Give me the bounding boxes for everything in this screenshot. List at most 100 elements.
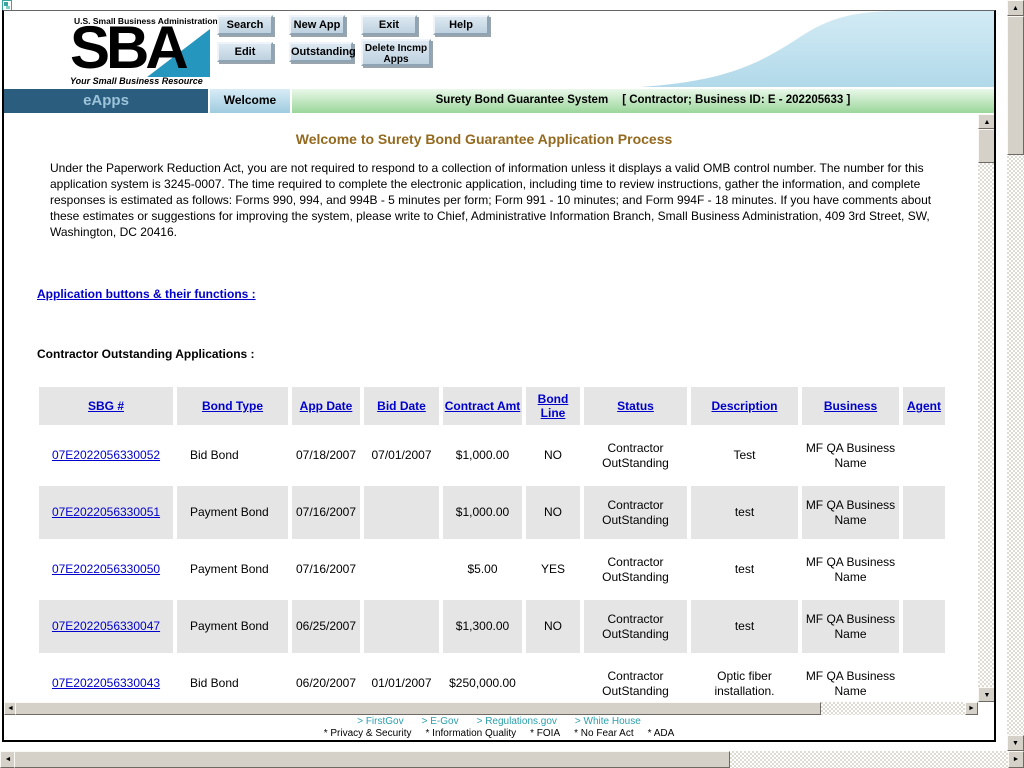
policy-link-no-fear-act[interactable]: * No Fear Act <box>574 728 633 739</box>
sort-link-sbg[interactable]: SBG # <box>88 399 124 413</box>
column-header-business: Business <box>802 387 899 425</box>
outstanding-applications-table: SBG # Bond Type App Date Bid Date Contract A… <box>35 383 949 702</box>
column-header-agent: Agent <box>903 387 945 425</box>
scroll-up-icon: ▲ <box>983 119 991 126</box>
sort-link-business[interactable]: Business <box>824 399 877 413</box>
cell-status: Contractor OutStanding <box>584 543 687 596</box>
frame-scroll-right-button[interactable]: ► <box>965 702 978 715</box>
edit-button[interactable]: Edit <box>217 42 273 62</box>
frame-horizontal-scrollbar[interactable]: ◄ ► <box>4 702 978 715</box>
sbg-number-link[interactable]: 07E2022056330047 <box>52 619 160 633</box>
window-scroll-up-button[interactable]: ▲ <box>1007 0 1024 16</box>
cell-sbg: 07E2022056330050 <box>39 543 173 596</box>
exit-button[interactable]: Exit <box>361 15 417 35</box>
sbg-number-link[interactable]: 07E2022056330052 <box>52 448 160 462</box>
cell-app_date: 06/20/2007 <box>292 657 360 702</box>
cell-contract_amt: $5.00 <box>443 543 522 596</box>
browser-page: U.S. Small Business Administration SBA Y… <box>0 0 1007 751</box>
cell-sbg: 07E2022056330051 <box>39 486 173 539</box>
outstanding-applications-title: Contractor Outstanding Applications : <box>37 347 255 361</box>
cell-bond_type: Bid Bond <box>177 657 288 702</box>
help-button[interactable]: Help <box>433 15 489 35</box>
scroll-right-icon: ► <box>968 705 975 712</box>
sort-link-contract-amt[interactable]: Contract Amt <box>445 399 521 413</box>
cell-description: test <box>691 543 798 596</box>
gov-link-e-gov[interactable]: > E-Gov <box>422 716 459 727</box>
window-horizontal-scrollbar[interactable]: ◄ ► <box>0 751 1024 768</box>
search-button[interactable]: Search <box>217 15 273 35</box>
gov-link-firstgov[interactable]: > FirstGov <box>357 716 403 727</box>
scroll-up-icon: ▲ <box>1012 5 1019 12</box>
sort-link-bond-line[interactable]: Bond Line <box>538 392 569 420</box>
frame-horizontal-scroll-thumb[interactable] <box>15 702 821 715</box>
column-header-bond-line: Bond Line <box>526 387 580 425</box>
column-header-status: Status <box>584 387 687 425</box>
policy-link-privacy-security[interactable]: * Privacy & Security <box>324 728 412 739</box>
omb-notice-paragraph: Under the Paperwork Reduction Act, you a… <box>50 161 932 239</box>
tab-welcome[interactable]: Welcome <box>210 89 290 113</box>
cell-agent <box>903 600 945 653</box>
column-header-bid-date: Bid Date <box>364 387 439 425</box>
eapps-brand: eApps <box>4 89 208 113</box>
table-header: SBG # Bond Type App Date Bid Date Contract A… <box>39 387 945 425</box>
sort-link-status[interactable]: Status <box>617 399 654 413</box>
cell-bid_date: 07/01/2007 <box>364 429 439 482</box>
window-scroll-right-button[interactable]: ► <box>1008 751 1024 768</box>
gov-link-regulations-gov[interactable]: > Regulations.gov <box>477 716 557 727</box>
frame-vertical-scrollbar[interactable]: ▲ ▼ <box>978 114 994 702</box>
frame-scroll-down-button[interactable]: ▼ <box>978 687 994 702</box>
sort-link-description[interactable]: Description <box>711 399 777 413</box>
frame-vertical-scroll-track[interactable] <box>978 129 994 687</box>
column-header-app-date: App Date <box>292 387 360 425</box>
table-row: 07E2022056330043 Bid Bond 06/20/2007 01/01/… <box>39 657 945 702</box>
sbg-number-link[interactable]: 07E2022056330050 <box>52 562 160 576</box>
cell-bond_type: Payment Bond <box>177 543 288 596</box>
cell-description: test <box>691 600 798 653</box>
cell-bond_line: YES <box>526 543 580 596</box>
cell-sbg: 07E2022056330052 <box>39 429 173 482</box>
page-footer: > FirstGov > E-Gov > Regulations.gov > Whit… <box>4 716 994 740</box>
column-header-bond-type: Bond Type <box>177 387 288 425</box>
window-vertical-scroll-thumb[interactable] <box>1007 16 1024 155</box>
cell-contract_amt: $1,300.00 <box>443 600 522 653</box>
application-frame: Welcome to Surety Bond Guarantee Applica… <box>4 113 978 702</box>
sbg-number-link[interactable]: 07E2022056330043 <box>52 676 160 690</box>
cell-app_date: 07/18/2007 <box>292 429 360 482</box>
navbar: eApps Welcome Surety Bond Guarantee Syst… <box>4 89 994 113</box>
cell-description: Optic fiber installation. <box>691 657 798 702</box>
policy-link-information-quality[interactable]: * Information Quality <box>426 728 517 739</box>
cell-app_date: 07/16/2007 <box>292 486 360 539</box>
sort-link-app-date[interactable]: App Date <box>300 399 353 413</box>
frame-scroll-up-button[interactable]: ▲ <box>978 114 994 129</box>
window-scroll-down-button[interactable]: ▼ <box>1007 735 1024 751</box>
sbg-number-link[interactable]: 07E2022056330051 <box>52 505 160 519</box>
cell-business: MF QA Business Name <box>802 486 899 539</box>
outstanding-button[interactable]: Outstanding <box>289 42 356 62</box>
masthead: U.S. Small Business Administration SBA Y… <box>4 11 994 89</box>
sort-link-agent[interactable]: Agent <box>907 399 941 413</box>
table-row: 07E2022056330050 Payment Bond 07/16/2007 $5… <box>39 543 945 596</box>
frame-vertical-scroll-thumb[interactable] <box>978 129 994 163</box>
cell-sbg: 07E2022056330043 <box>39 657 173 702</box>
sort-link-bond-type[interactable]: Bond Type <box>202 399 263 413</box>
window-vertical-scrollbar[interactable]: ▲ ▼ <box>1007 0 1024 751</box>
sort-link-bid-date[interactable]: Bid Date <box>377 399 426 413</box>
new-app-button[interactable]: New App <box>289 15 345 35</box>
cell-contract_amt: $1,000.00 <box>443 429 522 482</box>
cell-business: MF QA Business Name <box>802 600 899 653</box>
cell-app_date: 06/25/2007 <box>292 600 360 653</box>
gov-link-white-house[interactable]: > White House <box>575 716 641 727</box>
scroll-left-icon: ◄ <box>4 756 12 763</box>
cell-bond_type: Payment Bond <box>177 486 288 539</box>
scroll-down-icon: ▼ <box>983 692 991 699</box>
window-horizontal-scroll-thumb[interactable] <box>14 751 730 768</box>
policy-link-foia[interactable]: * FOIA <box>530 728 560 739</box>
sba-logo: U.S. Small Business Administration SBA Y… <box>68 13 218 89</box>
cell-status: Contractor OutStanding <box>584 429 687 482</box>
cell-bid_date <box>364 543 439 596</box>
delete-incmp-apps-button[interactable]: Delete Incmp Apps <box>361 39 431 66</box>
policy-link-ada[interactable]: * ADA <box>648 728 675 739</box>
cell-bond_line: NO <box>526 486 580 539</box>
application-buttons-functions-link[interactable]: Application buttons & their functions : <box>37 287 256 301</box>
table-row: 07E2022056330047 Payment Bond 06/25/2007 $1… <box>39 600 945 653</box>
